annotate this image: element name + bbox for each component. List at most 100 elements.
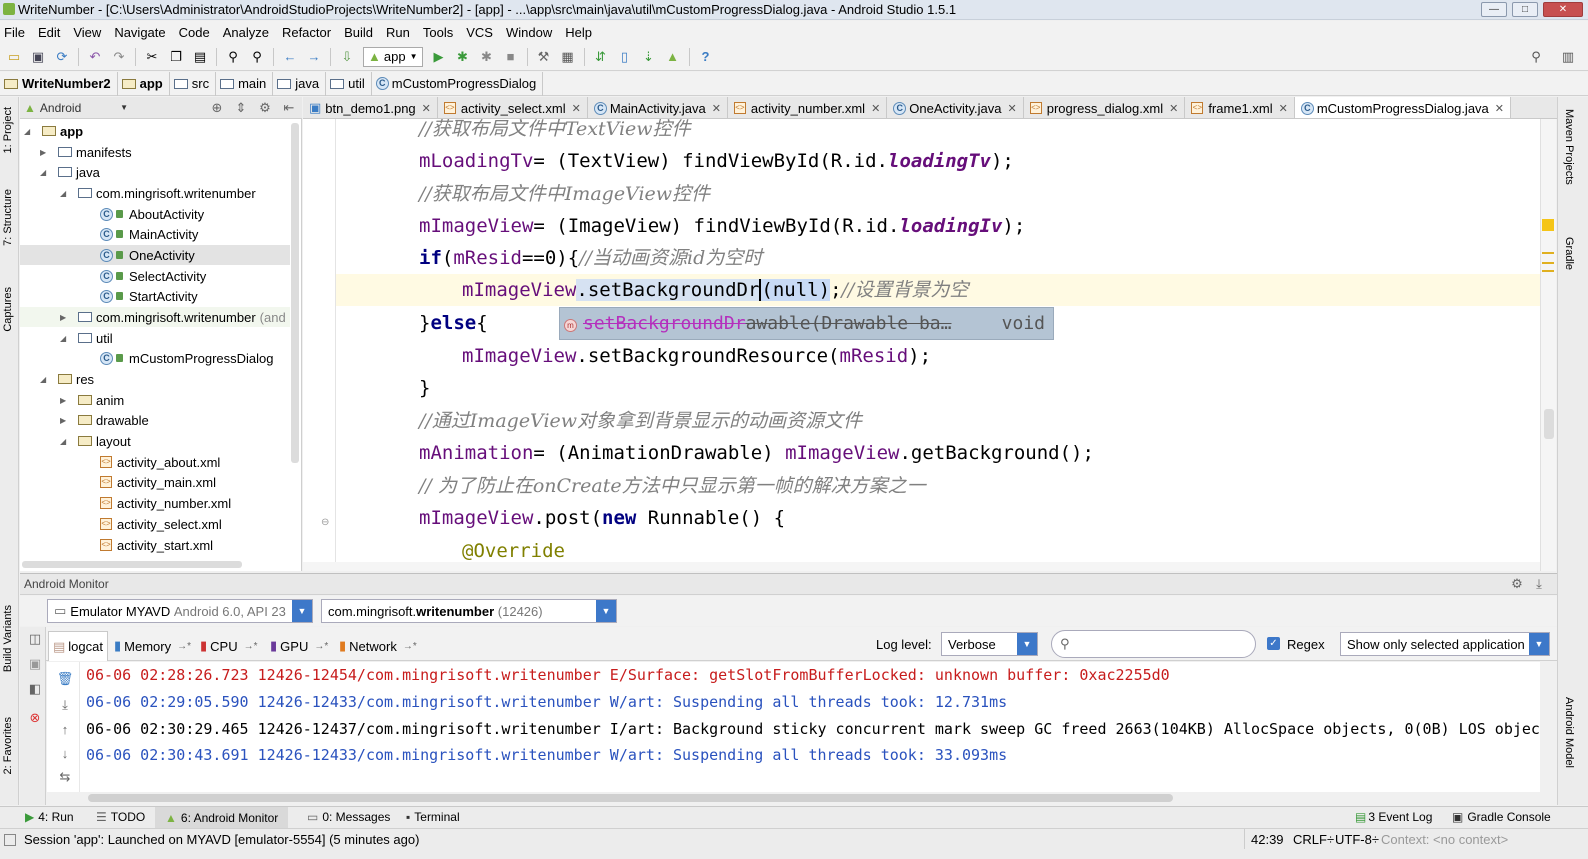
close-tab-icon[interactable]: ✕ bbox=[1169, 102, 1178, 115]
tab-run[interactable]: ▶ 4: Run bbox=[25, 810, 74, 824]
sync-icon[interactable]: ⟳ bbox=[53, 48, 71, 66]
tab-btn-demo1[interactable]: ▣ btn_demo1.png ✕ bbox=[303, 97, 438, 118]
gear-icon[interactable]: ⚙ bbox=[256, 99, 274, 117]
paste-icon[interactable]: ▤ bbox=[191, 48, 209, 66]
tab-one-activity[interactable]: C OneActivity.java ✕ bbox=[887, 97, 1024, 118]
breadcrumb-item[interactable]: main bbox=[216, 71, 274, 96]
breadcrumb-item[interactable]: util bbox=[326, 71, 372, 96]
close-tab-icon[interactable]: ✕ bbox=[1279, 102, 1288, 115]
tab-mcustom-progress-dialog[interactable]: CmCustomProgressDialog.java ✕ bbox=[1294, 97, 1511, 118]
system-info-icon[interactable]: ◧ bbox=[26, 680, 44, 698]
scroll-end-icon[interactable]: ⤓ bbox=[56, 696, 74, 714]
tree-item-manifests[interactable]: ▶ manifests bbox=[20, 142, 290, 162]
logcat-output[interactable]: 06-06 02:28:26.723 12426-12454/com.mingr… bbox=[80, 662, 1540, 792]
menu-help[interactable]: Help bbox=[565, 25, 592, 40]
down-icon[interactable]: ↓ bbox=[56, 744, 74, 762]
breadcrumb-item[interactable]: src bbox=[170, 71, 217, 96]
tab-gradle[interactable]: Gradle bbox=[1563, 237, 1575, 270]
tab-event-log[interactable]: ▤ 3 Event Log bbox=[1355, 810, 1432, 824]
warning-marker[interactable] bbox=[1542, 219, 1554, 231]
run-icon[interactable]: ▶ bbox=[430, 48, 448, 66]
file-encoding[interactable]: UTF-8÷ bbox=[1335, 832, 1379, 847]
toggle-tool-windows-icon[interactable] bbox=[4, 834, 16, 846]
editor-scrollbar[interactable] bbox=[1544, 409, 1554, 439]
tab-network[interactable]: ▮ Network →* bbox=[335, 631, 421, 661]
close-tab-icon[interactable]: ✕ bbox=[712, 102, 721, 115]
tree-item-package[interactable]: ◢ com.mingrisoft.writenumber bbox=[20, 183, 290, 203]
menu-window[interactable]: Window bbox=[506, 25, 552, 40]
tree-item-app[interactable]: ◢ app bbox=[20, 121, 290, 141]
screenshot-icon[interactable]: ◫ bbox=[26, 630, 44, 648]
back-icon[interactable]: ← bbox=[281, 48, 299, 66]
fold-icon[interactable]: ⊖ bbox=[321, 517, 329, 528]
redo-icon[interactable]: ↷ bbox=[110, 48, 128, 66]
soft-wrap-icon[interactable]: ⇆ bbox=[56, 768, 74, 786]
regex-checkbox[interactable]: ✓ bbox=[1267, 637, 1280, 650]
marker[interactable] bbox=[1542, 262, 1554, 264]
close-tab-icon[interactable]: ✕ bbox=[572, 102, 581, 115]
editor-error-stripe[interactable] bbox=[1540, 119, 1556, 571]
structure-icon[interactable]: ▦ bbox=[559, 48, 577, 66]
tree-item-class[interactable]: C MainActivity bbox=[20, 224, 290, 244]
menu-code[interactable]: Code bbox=[179, 25, 210, 40]
code-editor[interactable]: //获取布局文件中TextView控件 mLoadingTv= (TextVie… bbox=[336, 119, 1540, 571]
tree-item-class[interactable]: C StartActivity bbox=[20, 286, 290, 306]
tab-activity-select[interactable]: <> activity_select.xml ✕ bbox=[438, 97, 588, 118]
editor-hscrollbar[interactable] bbox=[303, 562, 1540, 571]
find-icon[interactable]: ⚲ bbox=[224, 48, 242, 66]
maximize-button[interactable]: □ bbox=[1512, 2, 1538, 17]
close-tab-icon[interactable]: ✕ bbox=[422, 102, 431, 115]
up-icon[interactable]: ↑ bbox=[56, 720, 74, 738]
log-search-field[interactable]: ⚲ bbox=[1051, 630, 1256, 658]
menu-analyze[interactable]: Analyze bbox=[223, 25, 269, 40]
log-hscrollbar[interactable] bbox=[80, 792, 1540, 804]
tab-frame1[interactable]: <> frame1.xml ✕ bbox=[1185, 97, 1295, 118]
tab-project[interactable]: 1: Project bbox=[2, 107, 14, 153]
project-structure-icon[interactable]: ⚒ bbox=[535, 48, 553, 66]
log-level-select[interactable]: Verbose ▼ bbox=[941, 632, 1038, 656]
tab-main-activity[interactable]: C MainActivity.java ✕ bbox=[588, 97, 728, 118]
line-separator[interactable]: CRLF÷ bbox=[1293, 832, 1334, 847]
make-project-icon[interactable]: ⇩ bbox=[338, 48, 356, 66]
terminate-icon[interactable]: ⊗ bbox=[26, 709, 44, 727]
tab-favorites[interactable]: 2: Favorites bbox=[2, 717, 14, 774]
tree-item-class[interactable]: C SelectActivity bbox=[20, 266, 290, 286]
breadcrumb-item[interactable]: java bbox=[273, 71, 327, 96]
tab-cpu[interactable]: ▮ CPU →* bbox=[196, 631, 262, 661]
search-icon[interactable]: ⚲ bbox=[1527, 48, 1545, 66]
device-select[interactable]: ▭ Emulator MYAVD Android 6.0, API 23 ▼ bbox=[47, 599, 313, 623]
gear-icon[interactable]: ⚙ bbox=[1508, 575, 1526, 593]
editor-gutter[interactable]: ⊖ bbox=[303, 119, 336, 571]
collapse-icon[interactable]: ⇕ bbox=[232, 99, 250, 117]
run-config-select[interactable]: ▲ app ▼ bbox=[363, 46, 423, 67]
menu-refactor[interactable]: Refactor bbox=[282, 25, 331, 40]
tree-hscrollbar[interactable] bbox=[22, 561, 242, 568]
tab-progress-dialog[interactable]: <> progress_dialog.xml ✕ bbox=[1024, 97, 1186, 118]
tree-item-class[interactable]: C AboutActivity bbox=[20, 204, 290, 224]
close-tab-icon[interactable]: ✕ bbox=[1495, 102, 1504, 115]
tree-item-java[interactable]: ◢ java bbox=[20, 162, 290, 182]
tab-android-monitor[interactable]: ▲ 6: Android Monitor bbox=[155, 807, 289, 828]
menu-build[interactable]: Build bbox=[344, 25, 373, 40]
tree-item-xml[interactable]: <> activity_about.xml bbox=[20, 452, 290, 472]
menu-file[interactable]: File bbox=[4, 25, 25, 40]
marker[interactable] bbox=[1542, 252, 1554, 254]
breadcrumb-item[interactable]: CmCustomProgressDialog bbox=[372, 71, 544, 96]
open-folder-icon[interactable]: ▭ bbox=[5, 48, 23, 66]
close-button[interactable]: ✕ bbox=[1543, 2, 1583, 17]
avd-manager-icon[interactable]: ▯ bbox=[616, 48, 634, 66]
menu-tools[interactable]: Tools bbox=[423, 25, 453, 40]
attach-debugger-icon[interactable]: ✱ bbox=[478, 48, 496, 66]
menu-run[interactable]: Run bbox=[386, 25, 410, 40]
record-icon[interactable]: ▣ bbox=[26, 655, 44, 673]
tree-item-package[interactable]: ▶ com.mingrisoft.writenumber (and bbox=[20, 307, 290, 327]
tab-gpu[interactable]: ▮ GPU →* bbox=[266, 631, 332, 661]
tab-activity-number[interactable]: <> activity_number.xml ✕ bbox=[728, 97, 888, 118]
replace-icon[interactable]: ⚲ bbox=[248, 48, 266, 66]
tree-item-xml[interactable]: <> activity_start.xml bbox=[20, 535, 290, 555]
undo-icon[interactable]: ↶ bbox=[86, 48, 104, 66]
menu-vcs[interactable]: VCS bbox=[466, 25, 493, 40]
minimize-button[interactable]: — bbox=[1481, 2, 1507, 17]
log-hscroll-thumb[interactable] bbox=[88, 794, 1173, 802]
menu-edit[interactable]: Edit bbox=[38, 25, 60, 40]
